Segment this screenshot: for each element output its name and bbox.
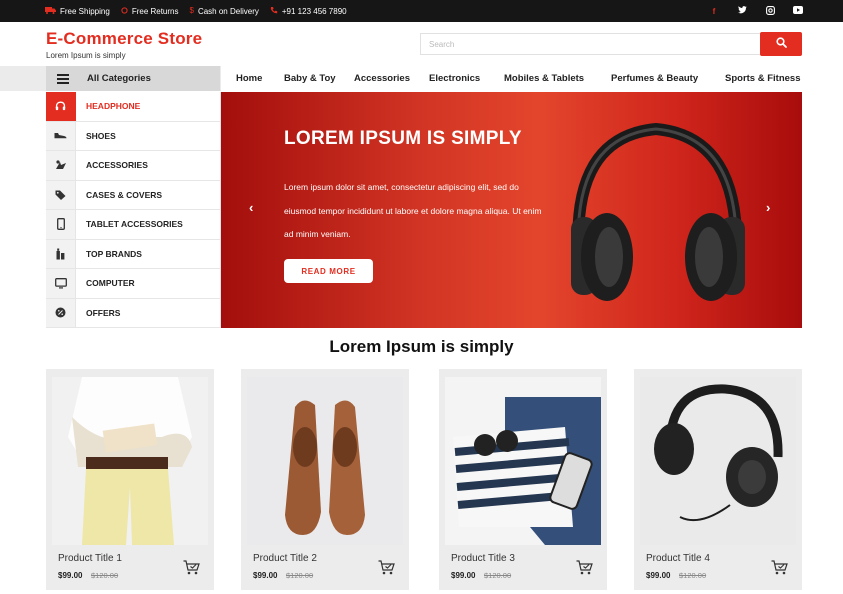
product-card[interactable]: Product Title 1 $99.00 $120.00 [46, 369, 214, 590]
sidebar-item-tablet-accessories[interactable]: TABLET ACCESSORIES [46, 210, 220, 240]
hero-title: LOREM IPSUM IS SIMPLY [284, 128, 522, 149]
offer-icon [46, 298, 76, 327]
brand[interactable]: E-Commerce Store Lorem Ipsum is simply [46, 30, 202, 60]
sidebar-item-label: TOP BRANDS [86, 248, 142, 259]
category-sidebar: HEADPHONE SHOES ACCESSORIES CASES & COVE… [46, 92, 221, 328]
free-shipping-info: Free Shipping [45, 6, 110, 16]
phone-icon [270, 6, 278, 16]
slider-prev-arrow[interactable]: ‹ [249, 200, 253, 215]
cart-icon[interactable] [771, 560, 788, 580]
product-card[interactable]: Product Title 2 $99.00 $120.00 [241, 369, 409, 590]
nav-home[interactable]: Home [236, 73, 262, 84]
free-returns-label: Free Returns [131, 6, 179, 16]
product-image[interactable] [247, 377, 403, 545]
sidebar-item-label: HEADPHONE [86, 101, 141, 112]
phone-info[interactable]: +91 123 456 7890 [270, 6, 347, 16]
sidebar-item-shoes[interactable]: SHOES [46, 121, 220, 151]
nav-electronics[interactable]: Electronics [429, 73, 480, 84]
site-tagline: Lorem Ipsum is simply [46, 51, 126, 60]
all-categories-label: All Categories [87, 73, 151, 84]
search-input[interactable]: Search [420, 33, 761, 55]
product-card[interactable]: Product Title 4 $99.00 $120.00 [634, 369, 802, 590]
nav-mobiles-tablets[interactable]: Mobiles & Tablets [504, 73, 584, 84]
product-image[interactable] [52, 377, 208, 545]
slider-next-arrow[interactable]: › [766, 200, 770, 215]
product-image[interactable] [445, 377, 601, 545]
product-title[interactable]: Product Title 2 [253, 553, 317, 564]
sidebar-item-offers[interactable]: OFFERS [46, 298, 220, 328]
brands-icon [46, 239, 76, 268]
cart-icon[interactable] [183, 560, 200, 580]
section-title: Lorem Ipsum is simply [329, 337, 514, 356]
sidebar-item-label: CASES & COVERS [86, 189, 163, 200]
sidebar-item-accessories[interactable]: ACCESSORIES [46, 151, 220, 181]
product-old-price: $120.00 [91, 571, 119, 580]
accessories-icon [46, 151, 76, 180]
free-returns-info: Free Returns [121, 7, 179, 16]
youtube-icon[interactable] [793, 6, 803, 16]
product-image[interactable] [640, 377, 796, 545]
sidebar-item-label: ACCESSORIES [86, 160, 148, 171]
top-bar: Free Shipping Free Returns $ Cash on Del… [0, 0, 843, 22]
sidebar-item-top-brands[interactable]: TOP BRANDS [46, 239, 220, 269]
hero-slider: ‹ LOREM IPSUM IS SIMPLY Lorem ipsum dolo… [221, 92, 802, 328]
search-button[interactable] [760, 32, 802, 56]
headphone-image [551, 117, 766, 312]
site-logo-text[interactable]: E-Commerce Store [46, 30, 202, 47]
read-more-button[interactable]: READ MORE [284, 259, 373, 283]
twitter-icon[interactable] [737, 6, 747, 16]
headphone-icon [46, 92, 76, 121]
cart-icon[interactable] [378, 560, 395, 580]
cash-on-delivery-info: $ Cash on Delivery [190, 7, 259, 16]
hero-text: Lorem ipsum dolor sit amet, consectetur … [284, 182, 542, 239]
instagram-icon[interactable] [765, 5, 775, 17]
sidebar-item-label: OFFERS [86, 307, 121, 318]
cash-on-delivery-label: Cash on Delivery [197, 6, 259, 16]
nav-accessories[interactable]: Accessories [354, 73, 410, 84]
sidebar-item-computer[interactable]: COMPUTER [46, 269, 220, 299]
sidebar-item-label: COMPUTER [86, 278, 135, 289]
sidebar-item-label: SHOES [86, 130, 116, 141]
product-old-price: $120.00 [484, 571, 512, 580]
hamburger-icon [57, 72, 69, 86]
sidebar-item-cases-covers[interactable]: CASES & COVERS [46, 180, 220, 210]
monitor-icon [46, 269, 76, 298]
dollar-icon: $ [189, 6, 194, 15]
nav-sports-fitness[interactable]: Sports & Fitness [725, 73, 801, 84]
nav-perfumes-beauty[interactable]: Perfumes & Beauty [611, 73, 698, 84]
all-categories-button[interactable]: All Categories [46, 66, 220, 91]
facebook-icon[interactable]: f [709, 7, 719, 16]
nav-menu: Home Baby & Toy Accessories Electronics … [221, 66, 843, 91]
product-price: $99.00 [646, 571, 671, 580]
tag-icon [46, 180, 76, 209]
nav-baby-toy[interactable]: Baby & Toy [284, 73, 336, 84]
main-nav: All Categories Home Baby & Toy Accessori… [0, 66, 843, 91]
product-title[interactable]: Product Title 4 [646, 553, 710, 564]
free-shipping-label: Free Shipping [60, 6, 110, 16]
return-icon [121, 6, 128, 16]
product-old-price: $120.00 [679, 571, 707, 580]
shoe-icon [46, 121, 76, 150]
sidebar-item-label: TABLET ACCESSORIES [86, 219, 183, 230]
sidebar-item-headphone[interactable]: HEADPHONE [46, 92, 220, 122]
truck-icon [45, 6, 56, 16]
tablet-icon [46, 210, 76, 239]
product-title[interactable]: Product Title 3 [451, 553, 515, 564]
product-price: $99.00 [451, 571, 476, 580]
search-icon [775, 35, 787, 53]
phone-number: +91 123 456 7890 [281, 6, 347, 16]
product-title[interactable]: Product Title 1 [58, 553, 122, 564]
product-card[interactable]: Product Title 3 $99.00 $120.00 [439, 369, 607, 590]
product-old-price: $120.00 [286, 571, 314, 580]
product-price: $99.00 [58, 571, 83, 580]
cart-icon[interactable] [576, 560, 593, 580]
product-price: $99.00 [253, 571, 278, 580]
